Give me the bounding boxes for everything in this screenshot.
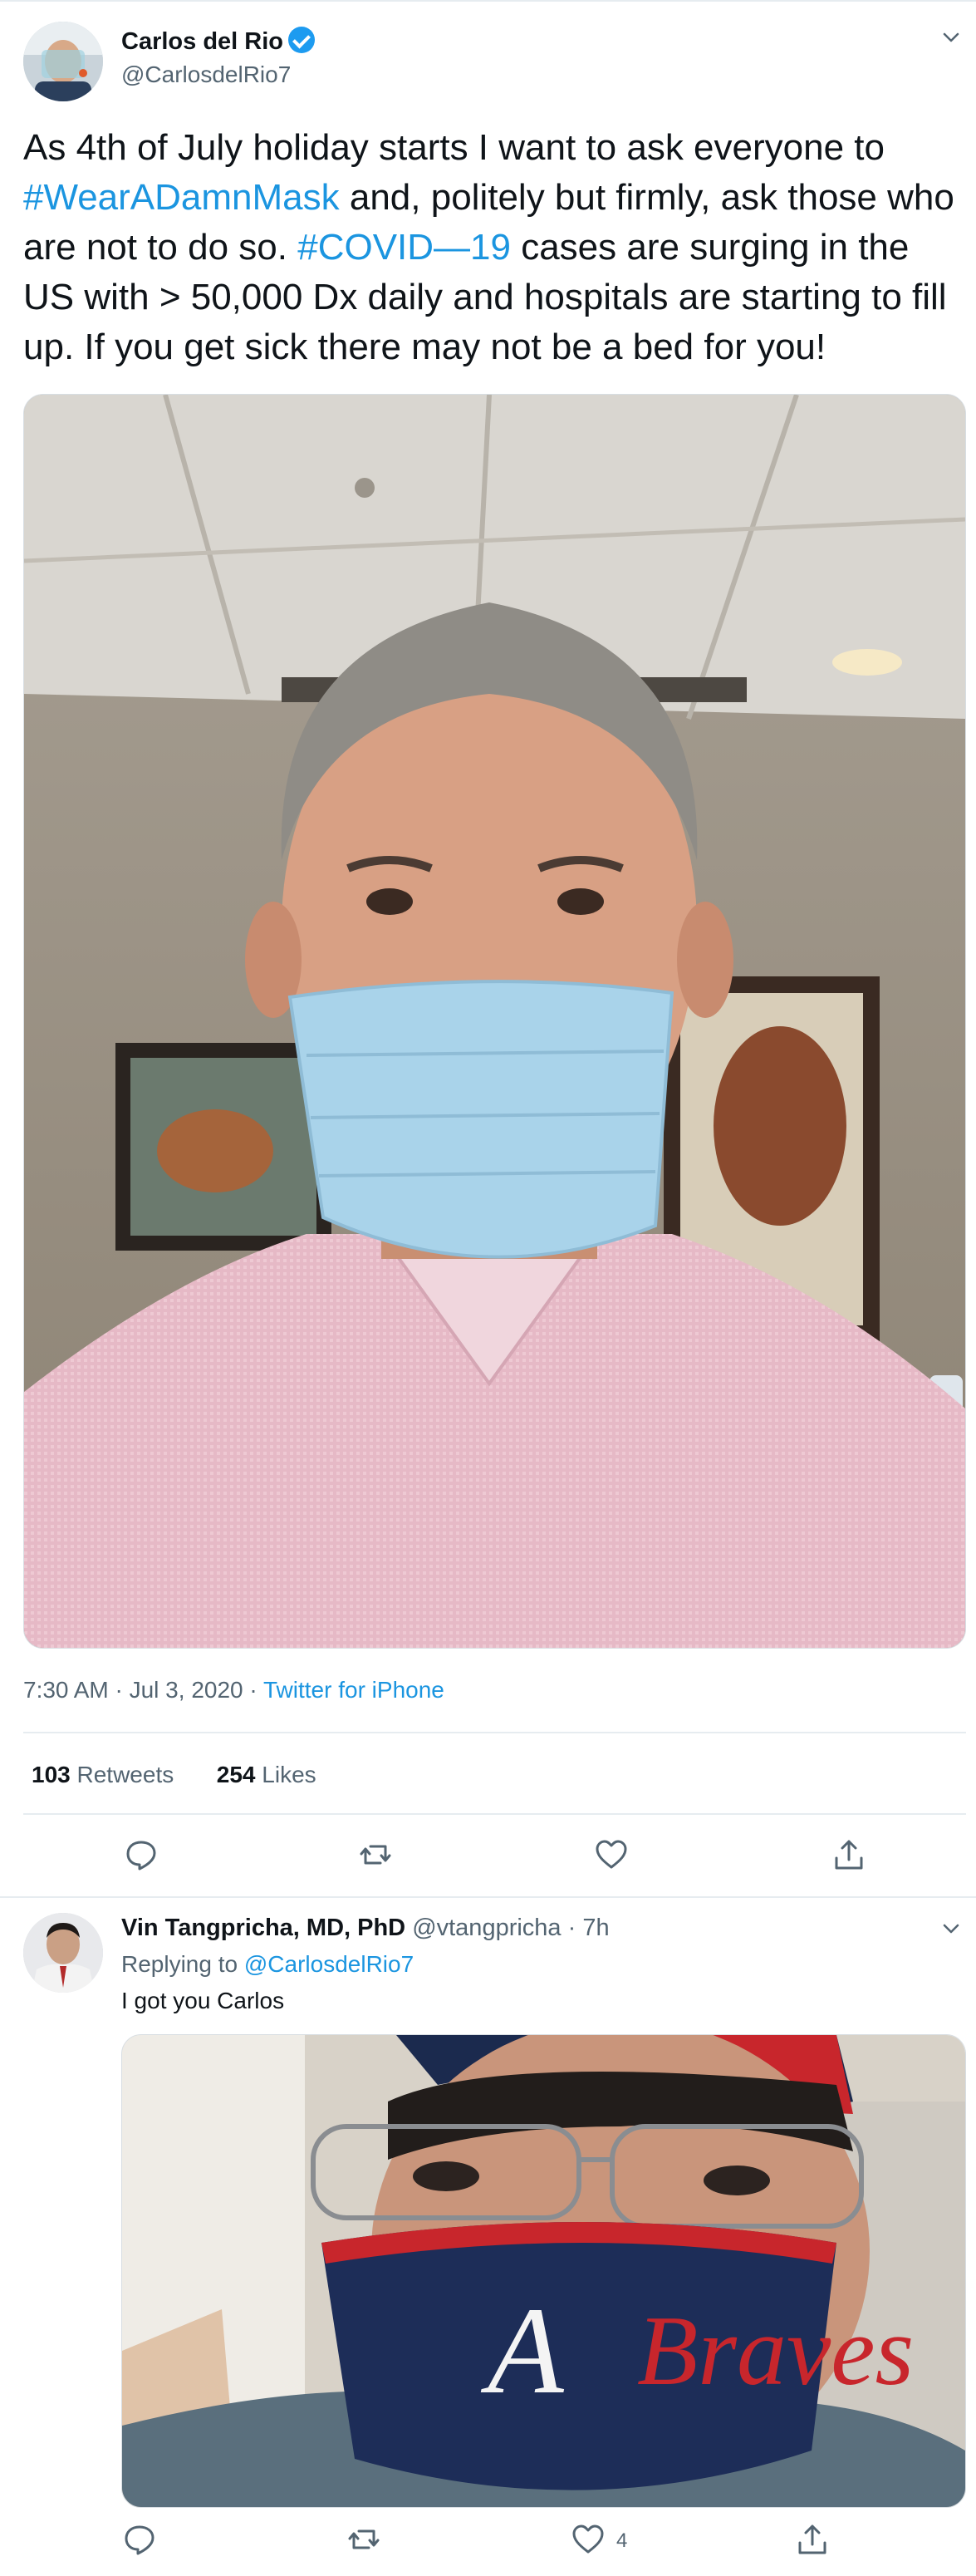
top-divider xyxy=(0,0,976,2)
reply-photo[interactable]: A Braves xyxy=(121,2034,966,2508)
chevron-down-icon[interactable] xyxy=(942,1920,960,1938)
divider xyxy=(23,1732,966,1733)
reply-icon[interactable] xyxy=(123,2523,156,2556)
reply-text: I got you Carlos xyxy=(121,1988,285,2013)
tweet-source-link[interactable]: Twitter for iPhone xyxy=(263,1677,444,1703)
retweet-icon[interactable] xyxy=(359,1838,392,1871)
tweet-timestamp: 7:30 AM · Jul 3, 2020 · Twitter for iPho… xyxy=(23,1677,444,1703)
hashtag-wearadamnmask[interactable]: #WearADamnMask xyxy=(23,177,340,218)
svg-text:A: A xyxy=(480,2282,565,2420)
author-name[interactable]: Carlos del Rio xyxy=(121,27,315,56)
like-icon[interactable] xyxy=(595,1838,628,1871)
tweet-divider xyxy=(0,1896,976,1898)
chevron-down-icon[interactable] xyxy=(942,28,960,47)
tweet-text: As 4th of July holiday starts I want to … xyxy=(23,127,954,367)
replying-to: Replying to @CarlosdelRio7 xyxy=(121,1951,414,1977)
tweet-photo[interactable] xyxy=(23,394,966,1649)
divider xyxy=(23,1813,966,1815)
share-icon[interactable] xyxy=(832,1838,866,1871)
engagement-stats: 103 Retweets 254 Likes xyxy=(32,1762,316,1788)
reply-like-count: 4 xyxy=(616,2529,628,2552)
hashtag-covid19[interactable]: #COVID—19 xyxy=(297,227,511,268)
likes-stat[interactable]: 254 Likes xyxy=(217,1762,316,1787)
reply-author[interactable]: Vin Tangpricha, MD, PhD @vtangpricha · 7… xyxy=(121,1915,610,1942)
like-icon[interactable] xyxy=(571,2523,605,2556)
share-icon[interactable] xyxy=(796,2523,829,2556)
reply-icon[interactable] xyxy=(125,1838,158,1871)
verified-badge-icon xyxy=(288,27,315,53)
author-handle[interactable]: @CarlosdelRio7 xyxy=(121,61,291,88)
svg-text:Braves: Braves xyxy=(637,2295,914,2406)
retweets-stat[interactable]: 103 Retweets xyxy=(32,1762,174,1787)
reply-author-avatar[interactable] xyxy=(23,1913,103,1993)
replying-to-link[interactable]: @CarlosdelRio7 xyxy=(244,1951,414,1977)
retweet-icon[interactable] xyxy=(347,2523,380,2556)
author-avatar[interactable] xyxy=(23,22,103,101)
